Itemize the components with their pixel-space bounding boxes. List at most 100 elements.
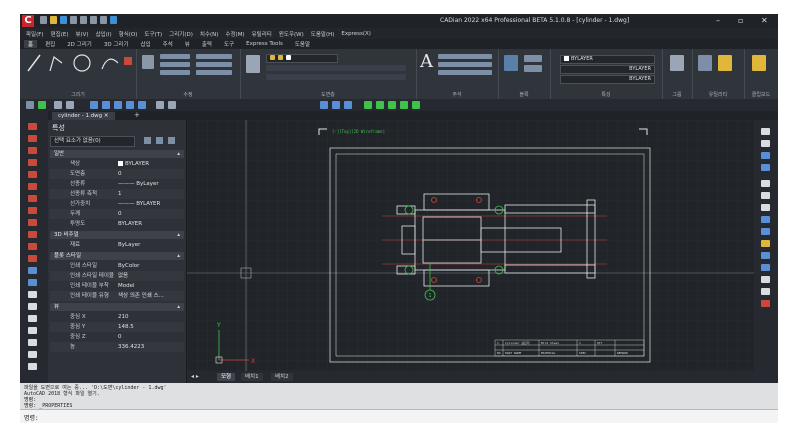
select-all-icon[interactable] [718,55,732,71]
dimension-icon[interactable] [438,54,492,59]
undo-icon[interactable] [90,16,97,24]
tab-insert[interactable]: 삽입 [137,40,155,48]
property-row[interactable]: 재료 ByLayer [50,240,184,250]
property-row[interactable]: 선종류 축척 1 [50,189,184,199]
menu-insert[interactable]: 삽입(I) [96,30,112,38]
section-general[interactable]: 일반 ▴ [50,150,184,158]
text-tool-left-icon[interactable] [28,267,37,274]
nav-rotate-icon[interactable] [761,192,770,199]
section-3d-visual[interactable]: 3D 비주얼 ▴ [50,231,184,239]
tab-express-tools[interactable]: Express Tools [242,41,287,47]
ucs-icon[interactable] [26,101,34,109]
zoom-icon[interactable] [66,101,74,109]
break-tool-icon[interactable] [28,351,37,358]
nav-wire-icon[interactable] [761,288,770,295]
lineweight-dropdown[interactable]: BYLAYER [560,75,655,84]
ellipse-tool-icon[interactable] [28,195,37,202]
new-tab-icon[interactable]: + [134,111,140,119]
app-logo[interactable]: C [22,15,34,27]
render-icon[interactable] [168,101,176,109]
layer-tools-row-2[interactable] [266,74,406,80]
nav-shade-icon[interactable] [761,276,770,283]
copy-icon[interactable] [160,54,190,59]
visual-style-icon-2[interactable] [376,101,384,109]
linetype-dropdown[interactable]: BYLAYER [560,65,655,74]
minimize-button[interactable]: – [716,16,720,25]
menu-window[interactable]: 윈도우(W) [279,30,304,38]
erase-tool-icon[interactable] [28,291,37,298]
property-row[interactable]: 두께 0 [50,209,184,219]
shade-icon-3[interactable] [344,101,352,109]
text-tool-icon[interactable]: A [420,51,433,72]
tab-view[interactable]: 뷰 [181,40,194,48]
menu-draw[interactable]: 그리기(D) [169,30,193,38]
hatch-tool-icon[interactable] [28,219,37,226]
property-row[interactable]: 인쇄 테이블 유형 색상 의존 인쇄 스... [50,291,184,301]
tab-home[interactable]: 홈 [24,40,38,48]
workspace-icon[interactable] [110,16,117,24]
fillet-icon[interactable] [196,70,232,75]
explode-tool-icon[interactable] [28,363,37,370]
color-dropdown[interactable]: BYLAYER [560,55,655,64]
nav-realtime-icon[interactable] [761,240,770,247]
circle-tool-icon[interactable] [28,147,37,154]
toggle-pickadd-icon[interactable] [144,137,151,144]
offset-tool-icon[interactable] [28,303,37,310]
edit-block-icon[interactable] [524,65,542,72]
spline-tool-icon[interactable] [28,207,37,214]
print-icon[interactable] [80,16,87,24]
drawing-svg[interactable]: [-][Top][2D Wireframe] 1 Cylinder 실린더 Mi… [187,120,754,371]
close-button[interactable]: ✕ [761,16,768,25]
section-view[interactable]: 뷰 ▴ [50,303,184,311]
nav-extents-icon[interactable] [761,204,770,211]
tab-2d-draw[interactable]: 2D 그리기 [63,40,96,48]
arc-tool-icon[interactable] [28,159,37,166]
polygon-tool-icon[interactable] [28,183,37,190]
section-plot-style[interactable]: 플롯 스타일 ▴ [50,252,184,260]
tab-layout2[interactable]: 배치2 [271,373,293,381]
tab-layout1[interactable]: 배치1 [241,373,263,381]
close-tab-icon[interactable]: ✕ [104,113,109,119]
tab-tools[interactable]: 도구 [220,40,238,48]
snap-icon[interactable] [38,101,46,109]
property-row[interactable]: 인쇄 테이블 부착 Model [50,281,184,291]
maximize-button[interactable]: ▫ [738,16,743,25]
property-row[interactable]: 선종류 ——— ByLayer [50,179,184,189]
nav-pan-icon[interactable] [761,128,770,135]
block-tool-icon[interactable] [28,243,37,250]
property-row[interactable]: 인쇄 스타일 테이블 없음 [50,271,184,281]
menu-utility[interactable]: 유틸리티 [252,30,272,38]
rectangle-tool-icon[interactable] [28,171,37,178]
array-tool-icon[interactable] [28,315,37,322]
menu-file[interactable]: 파일(F) [26,30,44,38]
leader-icon[interactable] [438,62,492,67]
menu-dimension[interactable]: 치수(N) [200,30,219,38]
visual-style-icon-1[interactable] [364,101,372,109]
insert-block-icon[interactable] [504,55,518,71]
view-icon-4[interactable] [126,101,134,109]
menu-edit[interactable]: 편집(E) [51,30,69,38]
draw-tools-icons[interactable] [20,49,136,89]
rotate-icon[interactable] [196,54,232,59]
measure-icon[interactable] [698,55,712,71]
tab-annotate[interactable]: 주석 [159,40,177,48]
mtext-tool-icon[interactable] [28,279,37,286]
nav-render-icon[interactable] [761,300,770,307]
save-icon[interactable] [60,16,67,24]
menu-format[interactable]: 형식(O) [119,30,138,38]
pan-icon[interactable] [54,101,62,109]
visual-style-icon-3[interactable] [388,101,396,109]
tab-nav-arrows-icon[interactable]: ◂ ▸ [191,373,199,380]
layer-dropdown[interactable] [266,54,338,63]
tab-output[interactable]: 출력 [198,40,216,48]
collapse-icon[interactable]: ▴ [177,231,180,239]
create-block-icon[interactable] [524,55,542,62]
property-row[interactable]: 선가중치 ——— BYLAYER [50,199,184,209]
property-row[interactable]: 도면층 0 [50,169,184,179]
nav-front-view-icon[interactable] [761,264,770,271]
view-icon-5[interactable] [138,101,146,109]
line-tool-icon[interactable] [28,123,37,130]
layer-properties-icon[interactable] [246,55,260,73]
menu-view[interactable]: 뷰(V) [75,30,88,38]
nav-top-view-icon[interactable] [761,252,770,259]
